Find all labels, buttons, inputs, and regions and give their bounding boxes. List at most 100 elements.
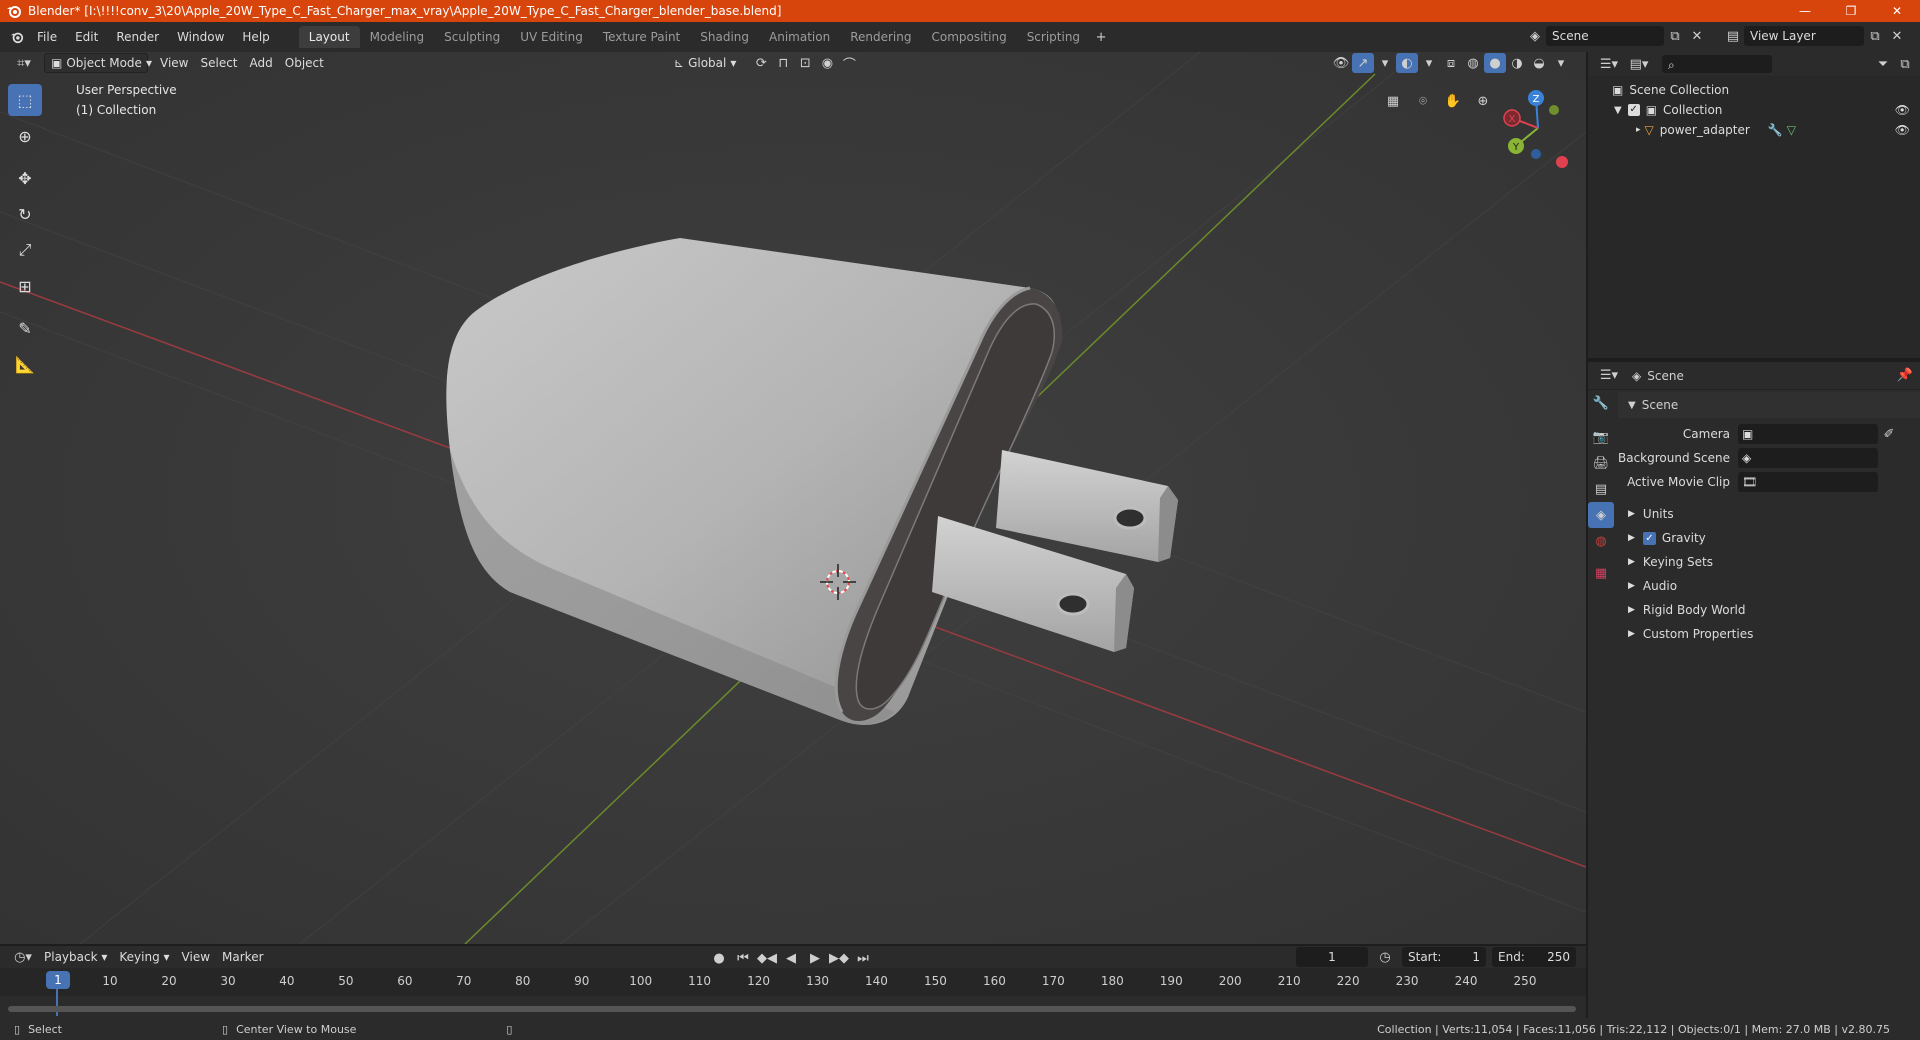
collection-checkbox[interactable]: ✓	[1627, 104, 1640, 116]
tool-tab-icon[interactable]: 🔧	[1588, 390, 1614, 416]
menu-window[interactable]: Window	[168, 26, 233, 48]
select-box-tool-icon[interactable]: ⬚	[8, 84, 42, 116]
workspace-tab-scripting[interactable]: Scripting	[1017, 26, 1090, 48]
menu-render[interactable]: Render	[107, 26, 168, 48]
annotate-tool-icon[interactable]: ✎	[8, 312, 42, 344]
start-frame-field[interactable]: Start: 1	[1402, 947, 1486, 967]
view-layer-icon[interactable]: ▤	[1722, 26, 1744, 46]
timeline-menu-keying[interactable]: Keying ▾	[113, 947, 175, 967]
workspace-tab-rendering[interactable]: Rendering	[840, 26, 921, 48]
timeline-menu-marker[interactable]: Marker	[216, 947, 269, 967]
outliner-editor-type-icon[interactable]: ☰▾	[1594, 54, 1624, 74]
transform-tool-icon[interactable]: ⊞	[8, 270, 42, 302]
playhead-frame-indicator[interactable]: 1	[46, 971, 70, 989]
viewport-menu-view[interactable]: View	[154, 53, 194, 73]
properties-editor-type-icon[interactable]: ☰▾	[1594, 366, 1624, 386]
workspace-tab-layout[interactable]: Layout	[298, 26, 360, 48]
toggle-grid-view-icon[interactable]: ▦	[1380, 88, 1406, 114]
current-frame-field[interactable]: 1	[1296, 947, 1368, 967]
viewport-menu-add[interactable]: Add	[244, 53, 279, 73]
jump-to-end-icon[interactable]: ⏭	[852, 948, 874, 968]
snap-target-icon[interactable]: ⊡	[794, 53, 816, 73]
collection-visibility-eye-icon[interactable]: 👁	[1895, 103, 1910, 117]
play-icon[interactable]: ▶	[804, 948, 826, 968]
move-tool-icon[interactable]: ✥	[8, 162, 42, 194]
timeline-scrollbar[interactable]	[8, 1006, 1576, 1012]
delete-view-layer-icon[interactable]: ✕	[1886, 26, 1908, 46]
visibility-selectability-icon[interactable]: 👁	[1330, 53, 1352, 73]
shading-options-dropdown-icon[interactable]: ▾	[1550, 53, 1572, 73]
workspace-tab-shading[interactable]: Shading	[690, 26, 759, 48]
view-layer-tab-icon[interactable]: ▤	[1588, 476, 1614, 502]
pivot-point-icon[interactable]: ⟳	[750, 53, 772, 73]
camera-field[interactable]: ▣	[1738, 424, 1878, 444]
close-button[interactable]: ✕	[1874, 0, 1920, 22]
background-scene-field[interactable]: ◈	[1738, 448, 1878, 468]
timeline-ruler[interactable]: 1102030405060708090100110120130140150160…	[0, 968, 1586, 1016]
viewport-menu-object[interactable]: Object	[279, 53, 330, 73]
wireframe-shading-icon[interactable]: ◍	[1462, 53, 1484, 73]
scale-tool-icon[interactable]: ⤢	[8, 234, 42, 266]
xray-toggle-icon[interactable]: ⧈	[1440, 53, 1462, 73]
expand-arrow-icon[interactable]: ▼	[1614, 105, 1622, 116]
eyedropper-icon[interactable]: ✐	[1878, 424, 1900, 444]
filter-icon[interactable]: ⏷	[1872, 54, 1894, 74]
cursor-tool-icon[interactable]: ⊕	[8, 120, 42, 152]
snap-icon[interactable]: ⊓	[772, 53, 794, 73]
units-panel-header[interactable]: ▶ Units	[1618, 502, 1920, 526]
workspace-tab-modeling[interactable]: Modeling	[360, 26, 435, 48]
show-overlays-icon[interactable]: ◐	[1396, 53, 1418, 73]
display-mode-icon[interactable]: ▤▾	[1624, 54, 1654, 74]
rigid-body-world-panel-header[interactable]: ▶ Rigid Body World	[1618, 598, 1920, 622]
outliner-collection-row[interactable]: ▼ ✓ ▣ Collection 👁	[1588, 100, 1920, 120]
object-visibility-eye-icon[interactable]: 👁	[1895, 123, 1910, 137]
texture-tab-icon[interactable]: ▦	[1588, 560, 1614, 586]
jump-to-start-icon[interactable]: ⏮	[732, 948, 754, 968]
add-workspace-icon[interactable]: +	[1090, 27, 1112, 47]
gravity-panel-header[interactable]: ▶ ✓ Gravity	[1618, 526, 1920, 550]
rotate-tool-icon[interactable]: ↻	[8, 198, 42, 230]
jump-to-previous-keyframe-icon[interactable]: ◆◀	[756, 948, 778, 968]
proportional-falloff-icon[interactable]: ⌒	[838, 53, 860, 73]
keying-sets-panel-header[interactable]: ▶ Keying Sets	[1618, 550, 1920, 574]
show-gizmo-icon[interactable]: ↗	[1352, 53, 1374, 73]
gizmo-dropdown-icon[interactable]: ▾	[1374, 53, 1396, 73]
output-tab-icon[interactable]: 🖨	[1588, 450, 1614, 476]
new-collection-icon[interactable]: ⧉	[1894, 54, 1916, 74]
render-tab-icon[interactable]: 📷	[1588, 424, 1614, 450]
workspace-tab-sculpting[interactable]: Sculpting	[434, 26, 510, 48]
transform-orientation-dropdown[interactable]: ⊾ Global ▾	[668, 53, 742, 73]
outliner-search-input[interactable]: ⌕	[1662, 55, 1772, 73]
timeline-menu-view[interactable]: View	[176, 947, 216, 967]
scene-panel-header[interactable]: ▼ Scene	[1618, 392, 1920, 418]
navigation-gizmo[interactable]: Z Y X	[1500, 82, 1580, 172]
workspace-tab-uv-editing[interactable]: UV Editing	[510, 26, 593, 48]
pin-icon[interactable]: 📌	[1894, 366, 1916, 386]
overlays-dropdown-icon[interactable]: ▾	[1418, 53, 1440, 73]
workspace-tab-animation[interactable]: Animation	[759, 26, 840, 48]
end-frame-field[interactable]: End: 250	[1492, 947, 1576, 967]
new-scene-icon[interactable]: ⧉	[1664, 26, 1686, 46]
camera-view-icon[interactable]: ⌾	[1410, 88, 1436, 114]
workspace-tab-texture-paint[interactable]: Texture Paint	[593, 26, 690, 48]
menu-edit[interactable]: Edit	[66, 26, 107, 48]
view-layer-selector[interactable]: View Layer	[1744, 26, 1864, 46]
expand-arrow-icon[interactable]: ▸	[1636, 125, 1641, 135]
scene-tab-icon[interactable]: ◈	[1588, 502, 1614, 528]
object-mode-dropdown[interactable]: ▣ Object Mode ▾	[44, 53, 152, 73]
delete-scene-icon[interactable]: ✕	[1686, 26, 1708, 46]
workspace-tab-compositing[interactable]: Compositing	[921, 26, 1016, 48]
custom-properties-panel-header[interactable]: ▶ Custom Properties	[1618, 622, 1920, 646]
audio-panel-header[interactable]: ▶ Audio	[1618, 574, 1920, 598]
scene-selector[interactable]: Scene	[1546, 26, 1664, 46]
outliner-object-row[interactable]: ▸ ▽ power_adapter 🔧 ▽ 👁	[1588, 120, 1920, 140]
editor-type-icon[interactable]: ⌗▾	[8, 53, 40, 73]
play-reverse-icon[interactable]: ◀	[780, 948, 802, 968]
3d-viewport[interactable]: User Perspective (1) Collection ▦ ⌾ ✋ ⊕ …	[0, 52, 1586, 944]
measure-tool-icon[interactable]: 📐	[8, 348, 42, 380]
new-view-layer-icon[interactable]: ⧉	[1864, 26, 1886, 46]
scene-icon[interactable]: ◈	[1524, 26, 1546, 46]
zoom-view-icon[interactable]: ⊕	[1470, 88, 1496, 114]
record-keyframes-icon[interactable]: ●	[708, 948, 730, 968]
blender-menu-icon[interactable]	[6, 27, 28, 47]
